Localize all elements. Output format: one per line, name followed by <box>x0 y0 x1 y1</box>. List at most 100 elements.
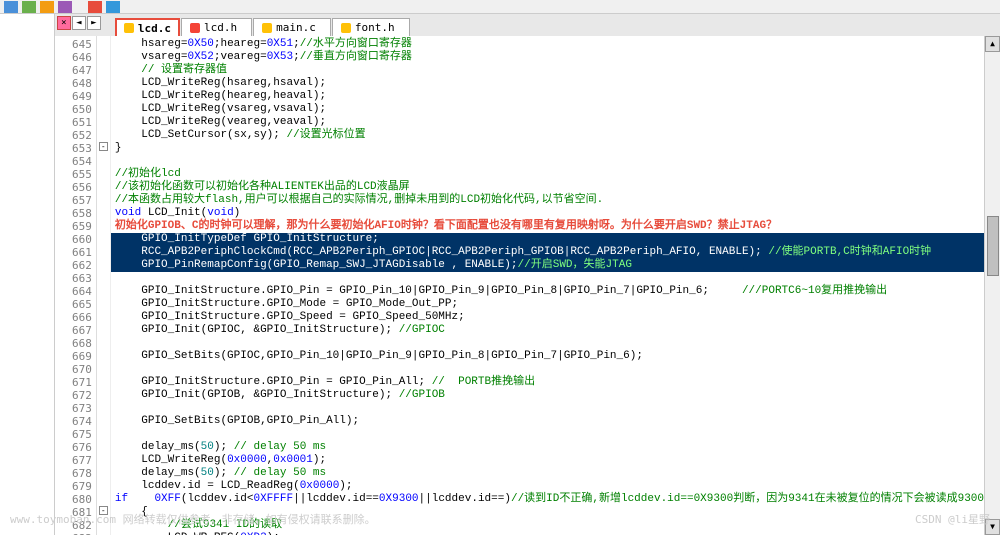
code-line[interactable]: delay_ms(50); // delay 50 ms <box>111 441 984 454</box>
code-line[interactable] <box>111 363 984 376</box>
code-line[interactable]: GPIO_InitStructure.GPIO_Speed = GPIO_Spe… <box>111 311 984 324</box>
tab-label: main.c <box>276 21 316 34</box>
line-number: 656 <box>55 181 92 194</box>
code-line[interactable]: RCC_APB2PeriphClockCmd(RCC_APB2Periph_GP… <box>111 246 984 259</box>
line-number: 668 <box>55 337 92 350</box>
toolbar-icon[interactable] <box>88 1 102 13</box>
tab-lcd-c[interactable]: lcd.c <box>115 18 180 36</box>
watermark-left: www.toymoban.com 网络转载仅供参考，非存储，如有侵权请联系删除。 <box>10 511 376 527</box>
main-area: × ◄ ► lcd.c lcd.h main.c font.h 64564664764… <box>0 14 1000 535</box>
file-icon <box>124 23 134 33</box>
code-line[interactable]: GPIO_InitStructure.GPIO_Pin = GPIO_Pin_1… <box>111 285 984 298</box>
code-line[interactable]: LCD_WriteReg(veareg,veaval); <box>111 116 984 129</box>
tab-next-btn[interactable]: ► <box>87 16 101 30</box>
tab-label: lcd.c <box>138 22 171 35</box>
line-number: 678 <box>55 467 92 480</box>
tab-close-btn[interactable]: × <box>57 16 71 30</box>
code-line[interactable] <box>111 272 984 285</box>
code-line[interactable]: GPIO_InitTypeDef GPIO_InitStructure; <box>111 233 984 246</box>
code-area: 6456466476486496506516526536546556566576… <box>55 36 1000 535</box>
line-number: 645 <box>55 38 92 51</box>
toolbar-icon[interactable] <box>22 1 36 13</box>
line-number: 677 <box>55 454 92 467</box>
line-number: 665 <box>55 298 92 311</box>
line-number: 667 <box>55 324 92 337</box>
line-number: 674 <box>55 415 92 428</box>
line-number: 650 <box>55 103 92 116</box>
scroll-thumb[interactable] <box>987 216 999 276</box>
tab-bar: × ◄ ► lcd.c lcd.h main.c font.h <box>55 14 1000 36</box>
code-line[interactable]: GPIO_InitStructure.GPIO_Pin = GPIO_Pin_A… <box>111 376 984 389</box>
fold-column: - - <box>97 36 111 535</box>
line-number: 658 <box>55 207 92 220</box>
code-line[interactable]: LCD_SetCursor(sx,sy); //设置光标位置 <box>111 129 984 142</box>
code-line[interactable]: LCD_WriteReg(heareg,heaval); <box>111 90 984 103</box>
line-number: 679 <box>55 480 92 493</box>
code-line[interactable]: lcddev.id = LCD_ReadReg(0x0000); <box>111 480 984 493</box>
code-line[interactable]: GPIO_InitStructure.GPIO_Mode = GPIO_Mode… <box>111 298 984 311</box>
line-number: 654 <box>55 155 92 168</box>
line-number: 655 <box>55 168 92 181</box>
line-number: 666 <box>55 311 92 324</box>
code-line[interactable]: LCD_WriteReg(0x0000,0x0001); <box>111 454 984 467</box>
toolbar-icon[interactable] <box>40 1 54 13</box>
code-line[interactable]: hsareg=0X50;heareg=0X51;//水平方向窗口寄存器 <box>111 38 984 51</box>
code-line[interactable] <box>111 337 984 350</box>
line-number: 648 <box>55 77 92 90</box>
line-number: 652 <box>55 129 92 142</box>
fold-toggle[interactable]: - <box>99 142 108 151</box>
main-toolbar <box>0 0 1000 14</box>
code-line[interactable]: } <box>111 142 984 155</box>
line-number: 663 <box>55 272 92 285</box>
tab-prev-btn[interactable]: ◄ <box>72 16 86 30</box>
line-number: 653 <box>55 142 92 155</box>
code-line[interactable]: GPIO_Init(GPIOB, &GPIO_InitStructure); /… <box>111 389 984 402</box>
line-number: 646 <box>55 51 92 64</box>
line-number: 651 <box>55 116 92 129</box>
vertical-scrollbar[interactable]: ▲ ▼ <box>984 36 1000 535</box>
code-line[interactable]: 初始化GPIOB、C的时钟可以理解，那为什么要初始化AFIO时钟？看下面配置也没… <box>111 220 984 233</box>
tab-font-h[interactable]: font.h <box>332 18 410 36</box>
toolbar-icon[interactable] <box>58 1 72 13</box>
editor-area: × ◄ ► lcd.c lcd.h main.c font.h 64564664764… <box>55 14 1000 535</box>
toolbar-icon[interactable] <box>106 1 120 13</box>
line-number: 675 <box>55 428 92 441</box>
line-number: 647 <box>55 64 92 77</box>
code-line[interactable]: // 设置寄存器值 <box>111 64 984 77</box>
code-line[interactable]: GPIO_SetBits(GPIOC,GPIO_Pin_10|GPIO_Pin_… <box>111 350 984 363</box>
scroll-up-btn[interactable]: ▲ <box>985 36 1000 52</box>
line-number: 670 <box>55 363 92 376</box>
code-line[interactable]: GPIO_SetBits(GPIOB,GPIO_Pin_All); <box>111 415 984 428</box>
code-line[interactable]: //本函数占用较大flash,用户可以根据自己的实际情况,删掉未用到的LCD初始… <box>111 194 984 207</box>
code-editor[interactable]: hsareg=0X50;heareg=0X51;//水平方向窗口寄存器 vsar… <box>111 36 984 535</box>
code-line[interactable]: if 0XFF(lcddev.id<0XFFFF||lcddev.id==0X9… <box>111 493 984 506</box>
line-number: 660 <box>55 233 92 246</box>
code-line[interactable]: GPIO_Init(GPIOC, &GPIO_InitStructure); /… <box>111 324 984 337</box>
code-line[interactable]: vsareg=0X52;veareg=0X53;//垂直方向窗口寄存器 <box>111 51 984 64</box>
code-line[interactable]: //初始化lcd <box>111 168 984 181</box>
line-number: 659 <box>55 220 92 233</box>
file-icon <box>190 23 200 33</box>
file-icon <box>262 23 272 33</box>
watermark-right: CSDN @li星野 <box>915 511 990 527</box>
code-line[interactable]: LCD_WriteReg(vsareg,vsaval); <box>111 103 984 116</box>
line-number: 671 <box>55 376 92 389</box>
tab-lcd-h[interactable]: lcd.h <box>181 18 252 36</box>
line-number: 664 <box>55 285 92 298</box>
line-number: 662 <box>55 259 92 272</box>
tab-nav: × ◄ ► <box>57 16 101 30</box>
toolbar-icon[interactable] <box>4 1 18 13</box>
line-number: 673 <box>55 402 92 415</box>
code-line[interactable]: GPIO_PinRemapConfig(GPIO_Remap_SWJ_JTAGD… <box>111 259 984 272</box>
line-number: 657 <box>55 194 92 207</box>
code-line[interactable] <box>111 402 984 415</box>
tab-main-c[interactable]: main.c <box>253 18 331 36</box>
project-panel[interactable] <box>0 14 55 535</box>
code-line[interactable] <box>111 155 984 168</box>
code-line[interactable] <box>111 428 984 441</box>
code-line[interactable]: LCD_WriteReg(hsareg,hsaval); <box>111 77 984 90</box>
code-line[interactable]: void LCD_Init(void) <box>111 207 984 220</box>
tab-label: font.h <box>355 21 395 34</box>
code-line[interactable]: //该初始化函数可以初始化各种ALIENTEK出品的LCD液晶屏 <box>111 181 984 194</box>
code-line[interactable]: delay_ms(50); // delay 50 ms <box>111 467 984 480</box>
